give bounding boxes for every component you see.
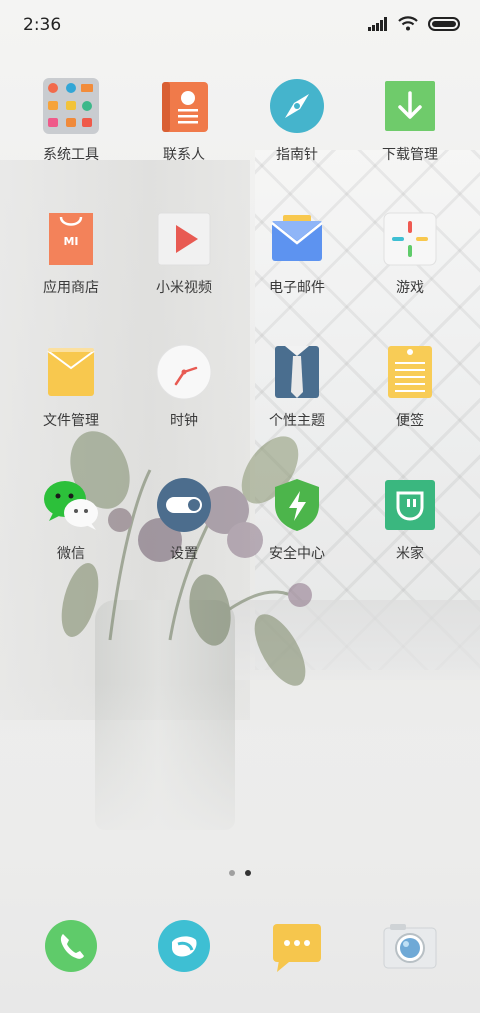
download-icon [380,76,440,136]
page-indicator [0,870,480,876]
app-email[interactable]: 电子邮件 [242,209,352,297]
app-mi-store[interactable]: MI 应用商店 [16,209,126,297]
dock-messages[interactable] [242,918,352,974]
app-mi-home[interactable]: 米家 [355,475,465,563]
app-label: 便签 [396,413,424,429]
mi-home-icon [380,475,440,535]
app-label: 下载管理 [382,147,438,163]
camera-icon [382,918,438,974]
page-dot-active[interactable] [245,870,251,876]
tie-icon [267,342,327,402]
shield-icon [267,475,327,535]
page-dot[interactable] [229,870,235,876]
tools-folder-icon [41,76,101,136]
status-time: 2:36 [23,15,62,35]
app-label: 时钟 [170,413,198,429]
dock-phone[interactable] [16,918,126,974]
app-label: 应用商店 [43,280,99,296]
contacts-icon [154,76,214,136]
clock-icon [154,342,214,402]
app-label: 系统工具 [43,147,99,163]
app-mi-video[interactable]: 小米视频 [129,209,239,297]
toggle-icon [154,475,214,535]
signal-icon [368,16,387,31]
play-icon [154,209,214,269]
app-label: 联系人 [163,147,205,163]
svg-text:MI: MI [63,235,78,248]
games-icon [380,209,440,269]
app-label: 安全中心 [269,546,325,562]
shopping-bag-icon: MI [41,209,101,269]
app-label: 电子邮件 [269,280,325,296]
app-wechat[interactable]: 微信 [16,475,126,563]
app-row: 系统工具 联系人 指南针 下载管理 [0,76,480,186]
app-label: 米家 [396,546,424,562]
app-contacts[interactable]: 联系人 [129,76,239,164]
app-row: 微信 设置 安全中心 米家 [0,475,480,585]
mail-icon [267,209,327,269]
dock-browser[interactable] [129,918,239,974]
battery-icon [428,16,460,31]
folder-icon [41,342,101,402]
wifi-icon [398,16,418,31]
app-file-manager[interactable]: 文件管理 [16,342,126,430]
compass-icon [267,76,327,136]
notes-icon [380,342,440,402]
app-downloads[interactable]: 下载管理 [355,76,465,164]
app-settings[interactable]: 设置 [129,475,239,563]
app-security[interactable]: 安全中心 [242,475,352,563]
browser-icon [156,918,212,974]
app-themes[interactable]: 个性主题 [242,342,352,430]
app-system-tools[interactable]: 系统工具 [16,76,126,164]
app-label: 设置 [170,546,198,562]
app-clock[interactable]: 时钟 [129,342,239,430]
dock [0,918,480,978]
app-label: 微信 [57,546,85,562]
app-row: MI 应用商店 小米视频 电子邮件 游戏 [0,209,480,319]
app-label: 小米视频 [156,280,212,296]
app-notes[interactable]: 便签 [355,342,465,430]
app-label: 文件管理 [43,413,99,429]
wechat-icon [41,475,101,535]
app-label: 个性主题 [269,413,325,429]
message-icon [269,918,325,974]
phone-icon [43,918,99,974]
dock-camera[interactable] [355,918,465,974]
app-compass[interactable]: 指南针 [242,76,352,164]
app-games[interactable]: 游戏 [355,209,465,297]
app-label: 指南针 [276,147,318,163]
app-row: 文件管理 时钟 个性主题 便签 [0,342,480,452]
app-label: 游戏 [396,280,424,296]
status-bar: 2:36 [0,0,480,52]
